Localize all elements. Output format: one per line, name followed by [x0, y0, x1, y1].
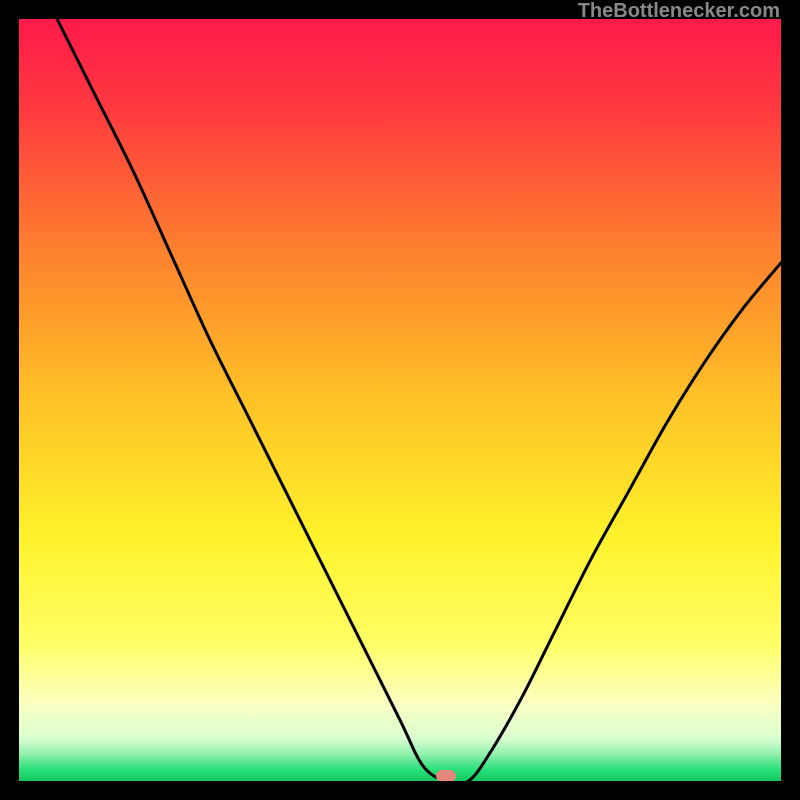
chart-container: TheBottlenecker.com: [0, 0, 800, 800]
bottleneck-curve: [19, 19, 781, 781]
optimal-marker: [436, 770, 456, 781]
plot-area: [19, 19, 781, 781]
watermark-text: TheBottlenecker.com: [578, 0, 780, 23]
